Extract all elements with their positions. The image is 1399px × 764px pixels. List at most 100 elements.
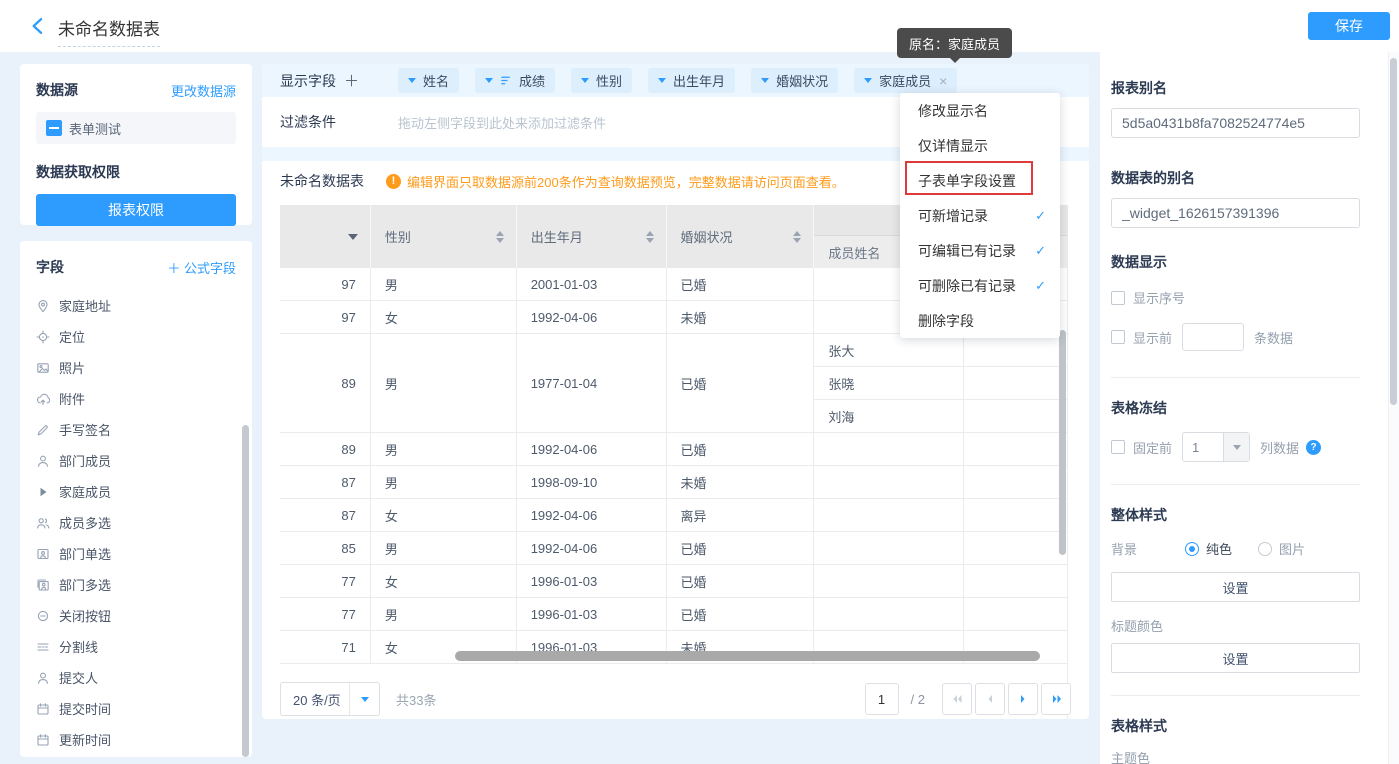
- column-header-score[interactable]: [280, 205, 371, 268]
- chevron-down-icon[interactable]: [408, 78, 416, 83]
- field-item[interactable]: 提交时间: [36, 693, 236, 724]
- display-field-chip[interactable]: 家庭成员×: [854, 68, 957, 93]
- chevron-down-icon[interactable]: [581, 78, 589, 83]
- dept-icon: [36, 547, 50, 561]
- bg-solid-radio[interactable]: 纯色: [1185, 539, 1232, 558]
- field-item-label: 提交时间: [59, 699, 111, 718]
- field-item[interactable]: 分割线: [36, 631, 236, 662]
- field-item[interactable]: 家庭地址: [36, 290, 236, 321]
- freeze-count-select[interactable]: 1: [1182, 432, 1250, 462]
- bg-image-radio[interactable]: 图片: [1258, 539, 1305, 558]
- chip-label: 性别: [596, 71, 622, 90]
- table-row[interactable]: 89男1992-04-06已婚: [280, 433, 1067, 466]
- menu-item[interactable]: 可新增记录✓: [900, 198, 1060, 233]
- field-item-label: 照片: [59, 358, 85, 377]
- help-icon[interactable]: ?: [1306, 440, 1321, 455]
- display-field-chip[interactable]: 婚姻状况: [751, 68, 838, 93]
- formula-field-link[interactable]: ＋ 公式字段: [167, 258, 236, 277]
- field-item[interactable]: 更新时间: [36, 724, 236, 755]
- field-item[interactable]: 手写签名: [36, 414, 236, 445]
- datasource-item[interactable]: 表单测试: [36, 112, 236, 144]
- table-cell: 77: [280, 598, 371, 630]
- display-field-chip[interactable]: 成绩: [475, 68, 555, 93]
- table-row[interactable]: 89男1977-01-04已婚张大张晓刘海: [280, 334, 1067, 433]
- show-index-checkbox[interactable]: [1111, 291, 1125, 305]
- field-item[interactable]: 部门多选: [36, 569, 236, 600]
- column-header-gender[interactable]: 性别: [371, 205, 517, 268]
- menu-item-label: 可删除已有记录: [918, 276, 1016, 296]
- menu-item-label: 修改显示名: [918, 101, 988, 121]
- sort-toggle-icon[interactable]: [496, 231, 504, 243]
- fields-scrollbar[interactable]: [242, 425, 249, 757]
- next-page-button[interactable]: [1008, 683, 1038, 715]
- page-number-input[interactable]: [865, 683, 899, 715]
- table-cell: 未婚: [667, 301, 815, 333]
- freeze-checkbox[interactable]: [1111, 440, 1125, 454]
- rows-suffix-label: 条数据: [1254, 328, 1293, 347]
- display-field-chip[interactable]: 性别: [571, 68, 632, 93]
- field-item[interactable]: 家庭成员: [36, 476, 236, 507]
- row-limit-input[interactable]: [1182, 323, 1244, 351]
- first-page-button[interactable]: [942, 683, 972, 715]
- window-scrollbar-track[interactable]: [1388, 52, 1399, 764]
- table-cell: 1996-01-03: [517, 565, 667, 597]
- save-button[interactable]: 保存: [1308, 12, 1390, 40]
- sort-toggle-icon[interactable]: [646, 231, 654, 243]
- table-cell: 女: [371, 565, 517, 597]
- table-vertical-scrollbar[interactable]: [1059, 330, 1066, 555]
- table-row[interactable]: 87男1998-09-10未婚: [280, 466, 1067, 499]
- table-row[interactable]: 85男1992-04-06已婚: [280, 532, 1067, 565]
- add-display-field-button[interactable]: ＋: [344, 70, 359, 91]
- chevron-down-icon[interactable]: [485, 78, 493, 83]
- pagination-bar: 20 条/页 共33条 / 2: [280, 681, 1071, 717]
- display-field-chip[interactable]: 出生年月: [648, 68, 735, 93]
- table-row[interactable]: 77男1996-01-03已婚: [280, 598, 1067, 631]
- table-cell: 1977-01-04: [517, 334, 667, 432]
- field-item[interactable]: 提交人: [36, 662, 236, 693]
- chevron-down-icon[interactable]: [864, 78, 872, 83]
- field-item[interactable]: 部门单选: [36, 538, 236, 569]
- chevron-down-icon[interactable]: [761, 78, 769, 83]
- prev-page-button[interactable]: [975, 683, 1005, 715]
- locate-icon: [36, 330, 50, 344]
- window-scrollbar-thumb[interactable]: [1390, 58, 1397, 405]
- title-color-setting-button[interactable]: 设置: [1111, 643, 1360, 673]
- change-datasource-link[interactable]: 更改数据源: [171, 81, 236, 100]
- filter-dropzone-placeholder[interactable]: 拖动左侧字段到此处来添加过滤条件: [398, 113, 606, 132]
- last-page-button[interactable]: [1041, 683, 1071, 715]
- field-item[interactable]: 关闭按钮: [36, 600, 236, 631]
- overall-style-title: 整体样式: [1111, 505, 1360, 525]
- report-permission-button[interactable]: 报表权限: [36, 194, 236, 226]
- show-first-checkbox[interactable]: [1111, 330, 1125, 344]
- menu-item[interactable]: 可编辑已有记录✓: [900, 233, 1060, 268]
- chevron-down-icon[interactable]: [658, 78, 666, 83]
- field-item[interactable]: 附件: [36, 383, 236, 414]
- report-alias-input[interactable]: [1111, 108, 1360, 138]
- table-alias-input[interactable]: [1111, 198, 1360, 228]
- background-setting-button[interactable]: 设置: [1111, 572, 1360, 602]
- member-extra-cell: [964, 334, 1067, 366]
- menu-item[interactable]: 仅详情显示: [900, 128, 1060, 163]
- menu-item[interactable]: 子表单字段设置: [900, 163, 1060, 198]
- field-item[interactable]: 定位: [36, 321, 236, 352]
- field-item[interactable]: 部门成员: [36, 445, 236, 476]
- table-row[interactable]: 87女1992-04-06离异: [280, 499, 1067, 532]
- page-size-select[interactable]: 20 条/页: [280, 682, 380, 716]
- table-horizontal-scrollbar[interactable]: [455, 651, 1040, 661]
- column-header-marital[interactable]: 婚姻状况: [667, 205, 815, 268]
- close-icon[interactable]: ×: [939, 73, 947, 89]
- table-row[interactable]: 77女1996-01-03已婚: [280, 565, 1067, 598]
- field-item[interactable]: 照片: [36, 352, 236, 383]
- menu-item[interactable]: 可删除已有记录✓: [900, 268, 1060, 303]
- subform-icon: [36, 485, 50, 499]
- member-name-cell: [814, 499, 964, 531]
- menu-item[interactable]: 修改显示名: [900, 93, 1060, 128]
- column-header-birth[interactable]: 出生年月: [517, 205, 667, 268]
- sort-toggle-icon[interactable]: [793, 231, 801, 243]
- page-title[interactable]: 未命名数据表: [58, 15, 160, 47]
- display-field-chip[interactable]: 姓名: [398, 68, 459, 93]
- table-title: 未命名数据表: [280, 171, 364, 191]
- menu-item[interactable]: 删除字段: [900, 303, 1060, 338]
- back-icon[interactable]: [28, 16, 48, 36]
- field-item[interactable]: 成员多选: [36, 507, 236, 538]
